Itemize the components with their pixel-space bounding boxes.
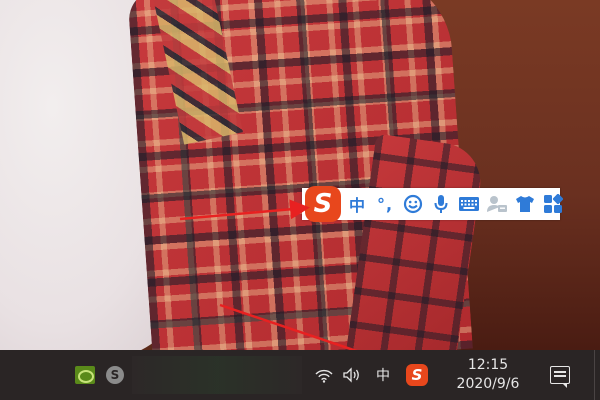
- volume-icon[interactable]: [340, 350, 364, 400]
- emoji-smiley-icon[interactable]: [402, 193, 424, 215]
- grid-toolbox-icon[interactable]: [542, 193, 564, 215]
- ime-chinese-mode-button[interactable]: 中: [346, 193, 368, 215]
- wifi-icon[interactable]: [312, 350, 336, 400]
- keyboard-icon[interactable]: [458, 193, 480, 215]
- clock-date: 2020/9/6: [456, 376, 520, 392]
- taskbar: S 中 S 12:15 2020/9/6: [0, 350, 600, 400]
- skype-icon[interactable]: S: [104, 350, 126, 400]
- microphone-icon[interactable]: [430, 193, 452, 215]
- ime-toolbar-items: 中 °,: [346, 188, 564, 220]
- user-card-icon[interactable]: [486, 193, 508, 215]
- tshirt-skin-icon[interactable]: [514, 193, 536, 215]
- ime-punctuation-button[interactable]: °,: [374, 193, 396, 215]
- show-desktop-button[interactable]: [594, 350, 600, 400]
- ime-mode-indicator[interactable]: 中: [373, 350, 393, 400]
- desktop-wallpaper: [0, 0, 600, 350]
- sogou-tray-icon[interactable]: S: [405, 350, 429, 400]
- ime-status-bar[interactable]: S 中 °,: [302, 186, 563, 222]
- sogou-logo-icon[interactable]: S: [305, 186, 341, 222]
- clock-time: 12:15: [467, 356, 509, 373]
- sogou-tray-letter: S: [406, 364, 428, 386]
- action-center-icon[interactable]: [543, 350, 577, 400]
- sogou-logo-letter: S: [313, 189, 333, 219]
- taskbar-clock[interactable]: 12:15 2020/9/6: [440, 350, 536, 400]
- nvidia-icon[interactable]: [72, 350, 98, 400]
- blurred-tray-area: [132, 356, 302, 394]
